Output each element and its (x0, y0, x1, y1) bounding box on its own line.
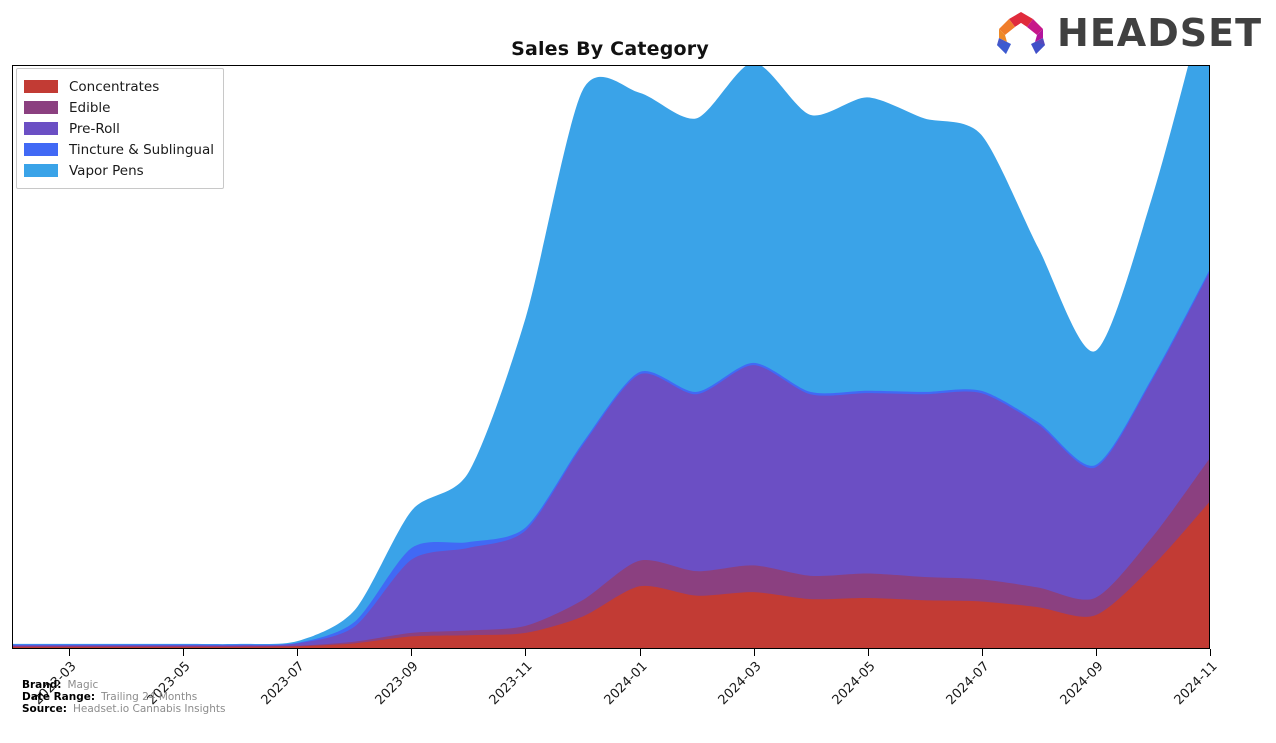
x-axis-tick (639, 649, 641, 656)
x-axis-label: 2024-07 (943, 659, 993, 709)
legend-swatch (24, 164, 58, 177)
footer-value: Magic (67, 679, 99, 691)
legend-item-label: Vapor Pens (69, 162, 144, 179)
x-axis-label: 2023-11 (487, 659, 537, 709)
legend-item-label: Pre-Roll (69, 120, 120, 137)
legend-swatch (24, 122, 58, 135)
legend-item[interactable]: Vapor Pens (24, 160, 214, 181)
x-axis-tick (753, 649, 755, 656)
x-axis-label: 2024-01 (601, 659, 651, 709)
legend-item-label: Tincture & Sublingual (69, 141, 214, 158)
x-axis-tick (1095, 649, 1097, 656)
footer-row: Source: Headset.io Cannabis Insights (22, 703, 225, 715)
x-axis-tick (297, 649, 299, 656)
legend-swatch (24, 101, 58, 114)
x-axis-tick (525, 649, 527, 656)
legend-swatch (24, 143, 58, 156)
chart-footer: Brand: Magic Date Range: Trailing 24 Months… (22, 679, 225, 715)
x-axis-label: 2024-03 (715, 659, 765, 709)
footer-key: Source: (22, 703, 67, 715)
legend-item[interactable]: Pre-Roll (24, 118, 214, 139)
x-axis-tick (69, 649, 71, 656)
x-axis-label: 2024-05 (829, 659, 879, 709)
brand-logo: HEADSET (993, 10, 1262, 56)
legend-item[interactable]: Tincture & Sublingual (24, 139, 214, 160)
x-axis-label: 2023-07 (258, 659, 308, 709)
legend-item[interactable]: Concentrates (24, 76, 214, 97)
footer-row: Brand: Magic (22, 679, 225, 691)
x-axis-tick (867, 649, 869, 656)
x-axis-tick (1210, 649, 1211, 656)
x-axis-label: 2023-09 (372, 659, 422, 709)
legend-item-label: Edible (69, 99, 111, 116)
x-axis-tick (411, 649, 413, 656)
x-axis-label: 2024-09 (1057, 659, 1107, 709)
legend-swatch (24, 80, 58, 93)
chart-legend: Concentrates Edible Pre-Roll Tincture & Sub… (16, 68, 224, 189)
x-axis-tick (183, 649, 185, 656)
legend-item[interactable]: Edible (24, 97, 214, 118)
footer-value: Headset.io Cannabis Insights (72, 703, 226, 715)
brand-logo-text: HEADSET (1057, 11, 1262, 55)
footer-value: Trailing 24 Months (101, 691, 198, 703)
x-axis-tick (981, 649, 983, 656)
footer-key: Brand: (22, 679, 62, 691)
headset-arch-logo-icon (997, 12, 1046, 54)
footer-row: Date Range: Trailing 24 Months (22, 691, 225, 703)
legend-item-label: Concentrates (69, 78, 160, 95)
x-axis-label: 2024-11 (1171, 659, 1221, 709)
footer-key: Date Range: (22, 691, 96, 703)
